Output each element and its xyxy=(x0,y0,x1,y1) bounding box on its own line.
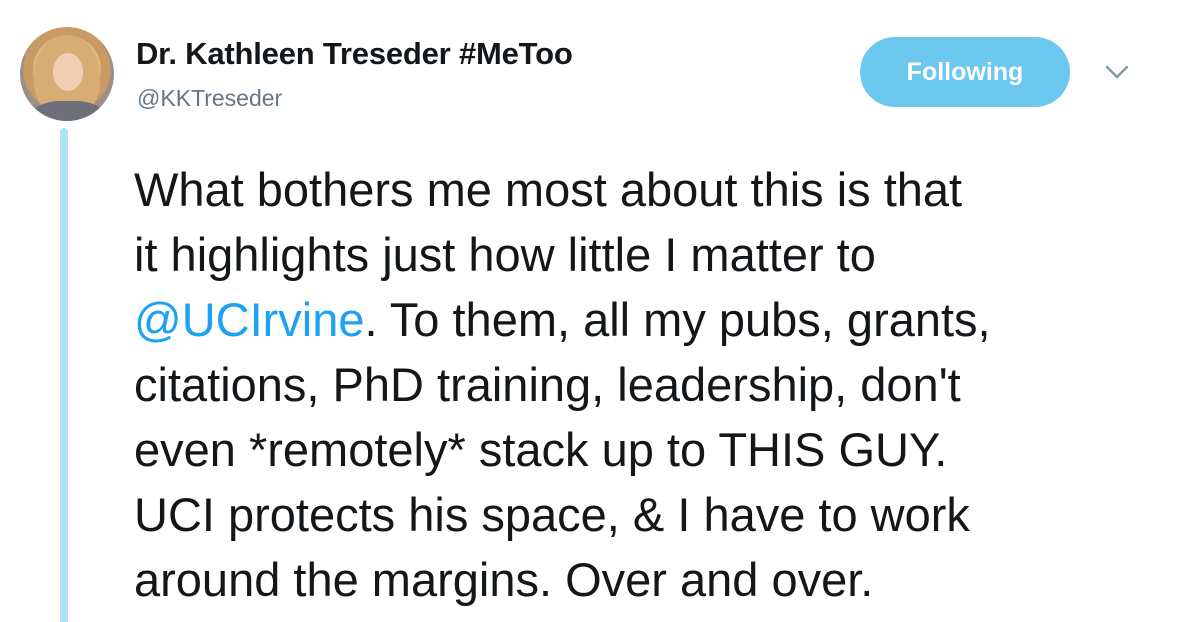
avatar-shirt xyxy=(30,101,106,121)
author-avatar[interactable] xyxy=(20,27,114,121)
tweet-text-line: around the margins. Over and over. xyxy=(134,553,874,606)
tweet-text-line: @UCIrvine. To them, all my pubs, grants, xyxy=(134,287,1174,352)
author-display-name[interactable]: Dr. Kathleen Treseder #MeToo xyxy=(136,36,573,72)
tweet-text-line: even *remotely* stack up to THIS GUY. xyxy=(134,423,948,476)
tweet-text-line: it highlights just how little I matter t… xyxy=(134,228,876,281)
tweet-card: Dr. Kathleen Treseder #MeToo @KKTreseder… xyxy=(0,0,1182,622)
tweet-text-fragment: . To them, all my pubs, grants, xyxy=(364,293,991,346)
tweet-text-line: What bothers me most about this is that xyxy=(134,163,963,216)
mention-link[interactable]: @UCIrvine xyxy=(134,293,365,346)
author-handle[interactable]: @KKTreseder xyxy=(137,85,282,112)
tweet-text-line: UCI protects his space, & I have to work xyxy=(134,488,970,541)
tweet-text: What bothers me most about this is that … xyxy=(134,157,1174,612)
following-button[interactable]: Following xyxy=(860,37,1070,107)
chevron-down-icon[interactable] xyxy=(1104,62,1130,82)
avatar-face xyxy=(53,53,83,91)
thread-line xyxy=(60,128,68,622)
tweet-text-line: citations, PhD training, leadership, don… xyxy=(134,358,961,411)
